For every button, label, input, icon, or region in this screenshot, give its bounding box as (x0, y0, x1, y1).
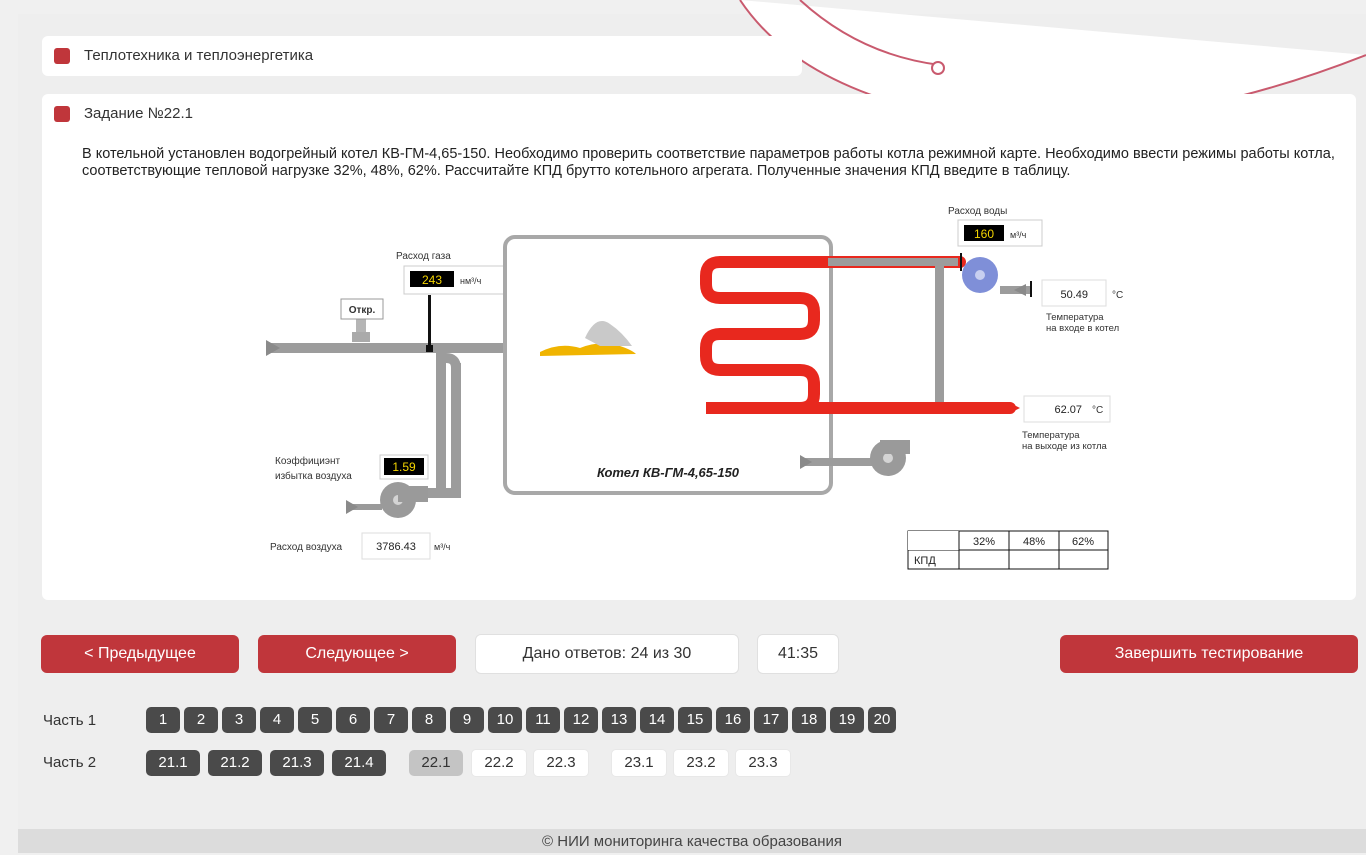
valve-body (352, 332, 370, 342)
air-coef-label-2: избытка воздуха (275, 470, 352, 482)
valve-stem (356, 318, 366, 332)
prev-button[interactable]: < Предыдущее (41, 635, 239, 673)
temp-out-label-1: Температура (1022, 430, 1080, 441)
gas-meter-line (428, 295, 431, 347)
air-pipe-riser (451, 363, 461, 493)
air-coef-value: 1.59 (392, 460, 416, 474)
question-button[interactable]: 18 (792, 707, 826, 733)
question-button[interactable]: 12 (564, 707, 598, 733)
valve-open-label: Откр. (349, 305, 376, 316)
temp-out-label-2: на выходе из котла (1022, 441, 1108, 452)
gas-flow-label: Расход газа (396, 251, 451, 262)
air-pipe-vertical (436, 353, 446, 493)
question-button[interactable]: 21.4 (332, 750, 386, 776)
footer-text: НИИ мониторинга качества образования (557, 833, 842, 850)
question-button[interactable]: 17 (754, 707, 788, 733)
temp-out-unit: °C (1092, 405, 1103, 416)
part2-label: Часть 2 (43, 754, 97, 771)
question-button[interactable]: 19 (830, 707, 864, 733)
water-pipe-vertical (935, 262, 944, 402)
question-button[interactable]: 7 (374, 707, 408, 733)
temp-in-unit: °C (1112, 290, 1123, 301)
question-button[interactable]: 16 (716, 707, 750, 733)
question-button[interactable]: 20 (868, 707, 896, 733)
water-flow-label: Расход воды (948, 206, 1007, 217)
temp-out-value: 62.07 (1054, 404, 1082, 416)
question-button[interactable]: 21.3 (270, 750, 324, 776)
question-button[interactable]: 10 (488, 707, 522, 733)
table-header-0: 32% (973, 536, 995, 548)
question-button[interactable]: 21.2 (208, 750, 262, 776)
question-button[interactable]: 9 (450, 707, 484, 733)
question-button-current[interactable]: 22.1 (409, 750, 463, 776)
table-header-1: 48% (1023, 536, 1045, 548)
temp-in-label-1: Температура (1046, 312, 1104, 323)
question-button[interactable]: 4 (260, 707, 294, 733)
air-flow-value: 3786.43 (376, 541, 416, 553)
efficiency-input-48[interactable] (1010, 551, 1058, 568)
air-flow-unit: м³/ч (434, 542, 451, 552)
timer: 41:35 (757, 634, 839, 674)
question-button[interactable]: 22.2 (471, 749, 527, 777)
question-button[interactable]: 2 (184, 707, 218, 733)
question-button[interactable]: 21.1 (146, 750, 200, 776)
gas-flow-unit: нм³/ч (460, 276, 482, 286)
boiler-diagram: Откр. Расход газа 243 нм³/ч Коэффициэнт … (266, 206, 1123, 570)
air-flow-label: Расход воздуха (270, 542, 342, 553)
question-button[interactable]: 5 (298, 707, 332, 733)
question-button[interactable]: 13 (602, 707, 636, 733)
question-button[interactable]: 14 (640, 707, 674, 733)
temp-in-label-2: на входе в котел (1046, 323, 1119, 334)
question-button[interactable]: 22.3 (533, 749, 589, 777)
question-button[interactable]: 8 (412, 707, 446, 733)
gas-inlet-arrow-icon (266, 340, 280, 356)
question-button[interactable]: 1 (146, 707, 180, 733)
water-flow-unit: м³/ч (1010, 230, 1027, 240)
question-button[interactable]: 15 (678, 707, 712, 733)
question-button[interactable]: 23.1 (611, 749, 667, 777)
question-button[interactable]: 3 (222, 707, 256, 733)
air-coef-label-1: Коэффициэнт (275, 455, 340, 467)
part1-label: Часть 1 (43, 712, 97, 729)
table-row-label: КПД (914, 555, 936, 567)
copyright-icon: © (542, 833, 554, 850)
temp-in-value: 50.49 (1060, 289, 1088, 301)
question-button[interactable]: 23.2 (673, 749, 729, 777)
table-header-2: 62% (1072, 536, 1094, 548)
question-button[interactable]: 11 (526, 707, 560, 733)
gas-meter-junction (426, 345, 433, 352)
efficiency-input-32[interactable] (960, 551, 1008, 568)
next-button[interactable]: Следующее > (258, 635, 456, 673)
water-flow-value: 160 (974, 227, 994, 241)
gas-pipe (268, 343, 516, 353)
answers-counter: Дано ответов: 24 из 30 (475, 634, 739, 674)
efficiency-input-62[interactable] (1060, 551, 1107, 568)
gas-flow-value: 243 (422, 273, 442, 287)
question-button[interactable]: 6 (336, 707, 370, 733)
footer: © НИИ мониторинга качества образования (18, 829, 1366, 853)
finish-button[interactable]: Завершить тестирование (1060, 635, 1358, 673)
boiler-label: Котел КВ-ГМ-4,65-150 (597, 465, 740, 480)
air-inlet-arrow-icon (346, 500, 358, 514)
question-button[interactable]: 23.3 (735, 749, 791, 777)
